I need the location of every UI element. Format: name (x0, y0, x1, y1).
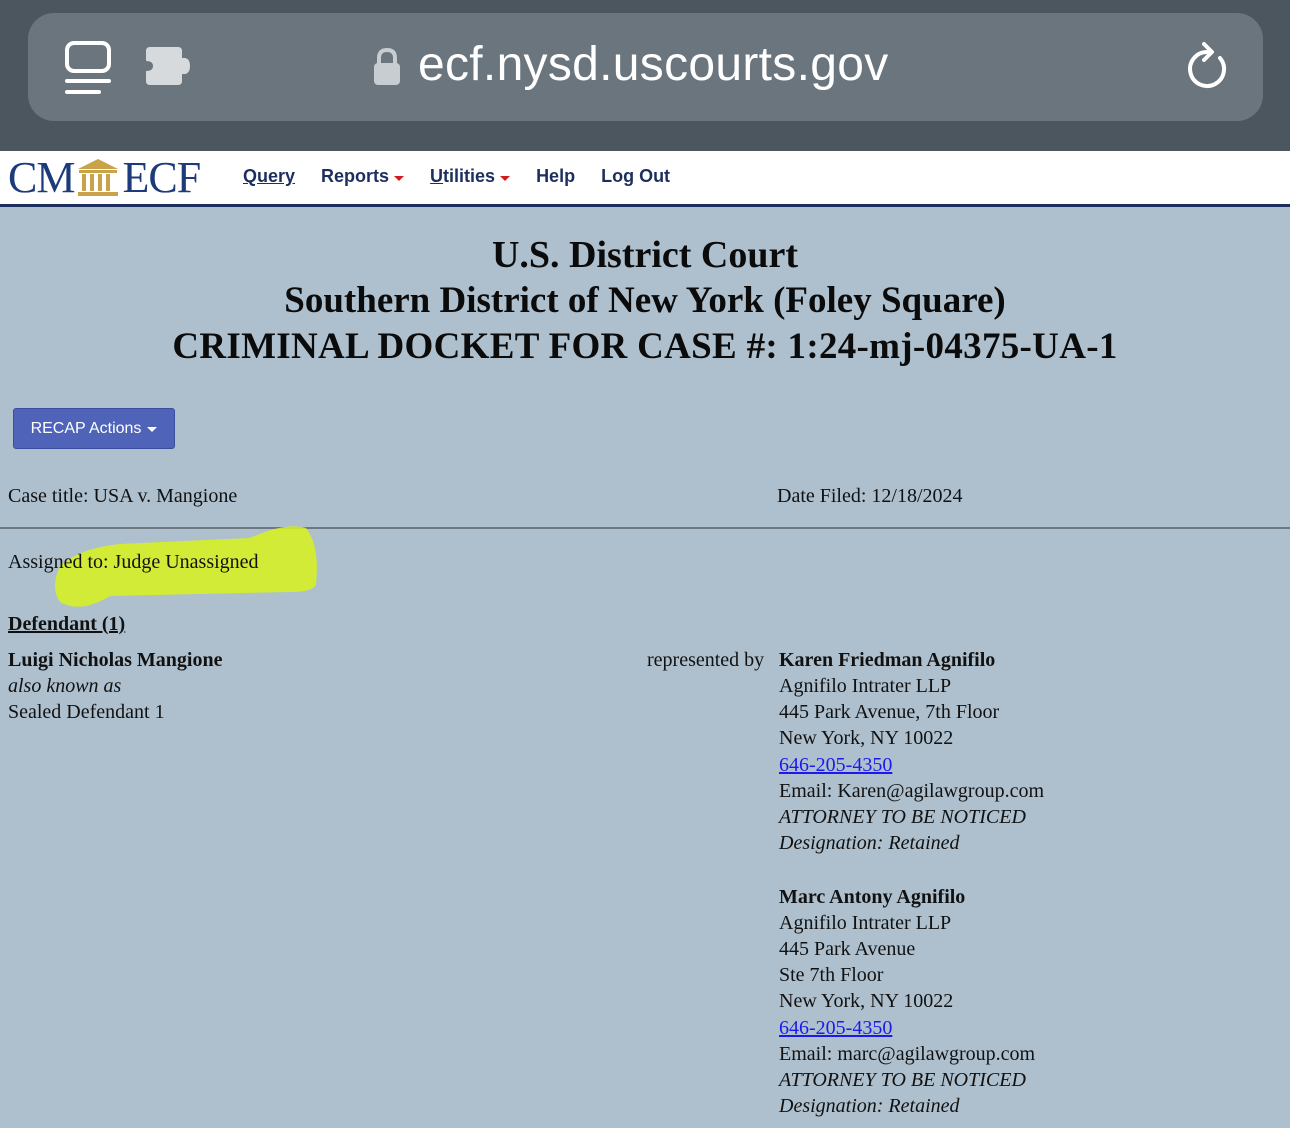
defendant-heading: Defendant (1) (8, 613, 126, 635)
address-bar[interactable]: ecf.nysd.uscourts.gov (28, 13, 1263, 121)
attorney-phone-link[interactable]: 646-205-4350 (779, 752, 892, 778)
defendant-name: Luigi Nicholas Mangione (8, 649, 223, 671)
attorney-city: New York, NY 10022 (779, 727, 954, 749)
recap-actions-label: RECAP Actions (30, 419, 142, 437)
docket-header: U.S. District Court Southern District of… (0, 232, 1290, 370)
url-text[interactable]: ecf.nysd.uscourts.gov (418, 37, 889, 92)
logo-cm-text: CM (8, 152, 75, 202)
attorney-phone-link[interactable]: 646-205-4350 (779, 1015, 892, 1041)
reload-icon[interactable] (1186, 38, 1232, 94)
attorney-address: 445 Park Avenue, 7th Floor (779, 701, 1000, 723)
menu-reports[interactable]: Reports (321, 166, 405, 187)
menu-help-label: Help (536, 166, 576, 186)
attorney-email: Email: Karen@agilawgroup.com (779, 780, 1044, 802)
assigned-to: Assigned to: Judge Unassigned (8, 551, 259, 573)
menu-reports-label: Reports (321, 166, 390, 186)
cmecf-navbar: CM ECF Query Reports Utilities Help Log … (0, 151, 1290, 207)
logo-ecf-text: ECF (122, 152, 201, 202)
lock-icon (374, 47, 400, 85)
menu-logout[interactable]: Log Out (601, 166, 670, 187)
attorney-email: Email: marc@agilawgroup.com (779, 1043, 1036, 1065)
represented-by-label: represented by (647, 649, 765, 671)
date-filed: Date Filed: 12/18/2024 (777, 485, 963, 507)
menu-logout-label: Log Out (601, 166, 671, 186)
chevron-down-icon (394, 176, 405, 181)
main-menu: Query Reports Utilities Help Log Out (243, 166, 670, 187)
chevron-down-icon (500, 176, 511, 181)
aka-label: also known as (8, 675, 122, 697)
docket-title: CRIMINAL DOCKET FOR CASE #: 1:24-mj-0437… (172, 326, 1118, 367)
menu-help[interactable]: Help (536, 166, 575, 187)
attorney-firm: Agnifilo Intrater LLP (779, 675, 952, 697)
tabs-overview-icon[interactable] (65, 41, 111, 95)
extension-puzzle-icon[interactable] (144, 45, 194, 87)
attorney-notice: ATTORNEY TO BE NOTICED (779, 1069, 1026, 1091)
cmecf-logo[interactable]: CM ECF (8, 153, 201, 202)
menu-query[interactable]: Query (243, 166, 295, 187)
menu-utilities[interactable]: Utilities (430, 166, 511, 187)
aka-name: Sealed Defendant 1 (8, 701, 165, 723)
attorney-city: New York, NY 10022 (779, 990, 954, 1012)
attorney-notice: ATTORNEY TO BE NOTICED (779, 806, 1026, 828)
attorney-designation: Designation: Retained (779, 1095, 960, 1117)
attorney-firm: Agnifilo Intrater LLP (779, 912, 952, 934)
attorney-name: Marc Antony Agnifilo (779, 886, 966, 908)
attorney-address: 445 Park Avenue (779, 938, 916, 960)
court-title: U.S. District Court (491, 234, 799, 276)
attorney-suite: Ste 7th Floor (779, 964, 884, 986)
menu-query-label: Query (243, 166, 296, 186)
attorney-designation: Designation: Retained (779, 832, 960, 854)
browser-chrome: ecf.nysd.uscourts.gov (0, 0, 1290, 151)
attorney-name: Karen Friedman Agnifilo (779, 649, 996, 671)
menu-utilities-label: Utilities (430, 166, 496, 186)
chevron-down-icon (147, 427, 158, 432)
case-title: Case title: USA v. Mangione (8, 485, 238, 507)
recap-actions-button[interactable]: RECAP Actions (13, 408, 175, 449)
district-title: Southern District of New York (Foley Squ… (284, 280, 1006, 321)
courthouse-icon (78, 159, 119, 196)
